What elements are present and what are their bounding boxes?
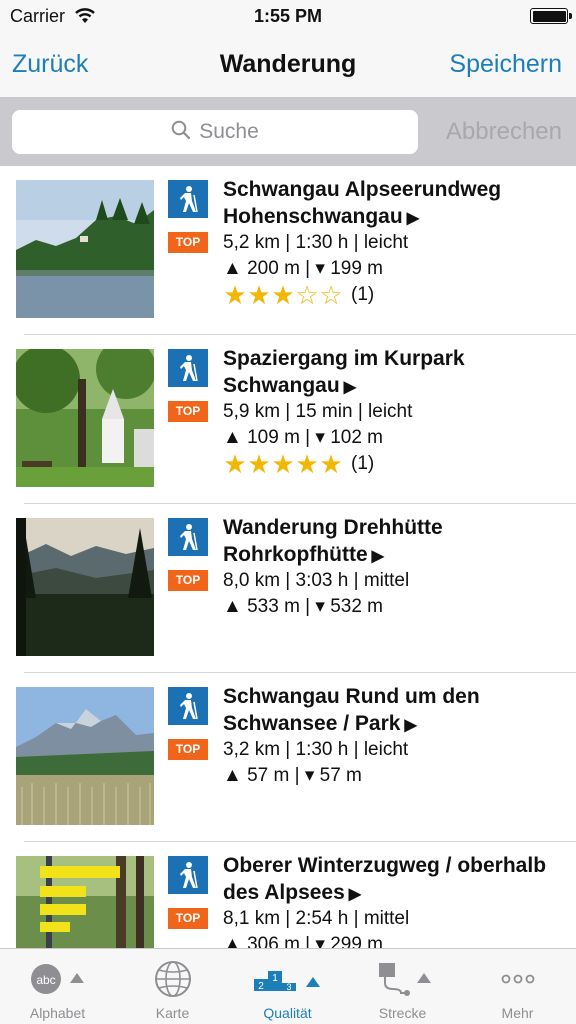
tab-label: Karte [155, 1005, 190, 1021]
tab-bar: abc Alphabet Karte 2 1 3 Qualität Streck… [0, 948, 576, 1024]
star-filled-icon: ★ [223, 280, 247, 310]
star-rating: ★ ★ ★ ☆ ☆ (1) [223, 282, 374, 308]
route-row[interactable]: TOP Schwangau Rund um den Schwansee / Pa… [0, 673, 576, 842]
podium-icon: 2 1 3 [250, 955, 326, 1003]
star-filled-icon: ★ [247, 449, 271, 479]
svg-text:3: 3 [286, 982, 291, 992]
star-empty-icon: ☆ [295, 280, 319, 310]
disclosure-arrow-icon: ▶ [343, 379, 357, 396]
tab-strecke[interactable]: Strecke [345, 949, 460, 1024]
disclosure-arrow-icon: ▶ [348, 886, 362, 903]
route-distance-time-difficulty: 3,2 km | 1:30 h | leicht [223, 739, 409, 760]
svg-text:abc: abc [36, 973, 55, 987]
tab-label: Strecke [378, 1005, 427, 1021]
tab-label: Mehr [501, 1005, 534, 1021]
route-title: Wanderung Drehhütte Rohrkopfhütte ▶ [223, 516, 443, 566]
route-stats: 5,2 km | 1:30 h | leicht ▲ 200 m | ▾ 199… [223, 230, 408, 282]
route-distance-time-difficulty: 8,1 km | 2:54 h | mittel [223, 908, 410, 929]
disclosure-arrow-icon: ▶ [406, 210, 420, 227]
hiking-icon [168, 687, 208, 725]
save-button[interactable]: Speichern [449, 50, 562, 79]
top-badge: TOP [168, 232, 208, 253]
hiking-icon [168, 349, 208, 387]
route-thumbnail [16, 180, 154, 318]
route-title: Spaziergang im Kurpark Schwangau ▶ [223, 347, 465, 397]
star-filled-icon: ★ [295, 449, 319, 479]
route-stats: 8,0 km | 3:03 h | mittel ▲ 533 m | ▾ 532… [223, 568, 409, 620]
star-filled-icon: ★ [247, 280, 271, 310]
rating-count: (1) [351, 453, 375, 474]
clock: 1:55 PM [253, 6, 323, 26]
top-badge: TOP [168, 739, 208, 760]
route-stats: 3,2 km | 1:30 h | leicht ▲ 57 m | ▾ 57 m [223, 737, 408, 789]
route-elevation: ▲ 57 m | ▾ 57 m [223, 765, 362, 786]
route-title: Oberer Winterzugweg / oberhalb des Alpse… [223, 854, 547, 904]
tab-label: Alphabet [29, 1005, 86, 1021]
disclosure-arrow-icon: ▶ [404, 717, 417, 734]
route-row[interactable]: TOP Spaziergang im Kurpark Schwangau ▶ 5,… [0, 335, 576, 504]
tab-qualitaet[interactable]: 2 1 3 Qualität [230, 949, 345, 1024]
star-rating: ★ ★ ★ ★ ★ (1) [223, 451, 374, 477]
route-row[interactable]: TOP Schwangau Alpseerundweg Hohenschwang… [0, 166, 576, 335]
hiking-icon [168, 518, 208, 556]
more-icon [498, 955, 538, 1003]
route-elevation: ▲ 306 m | ▾ 299 m [223, 934, 384, 948]
search-icon [171, 120, 191, 145]
star-filled-icon: ★ [223, 449, 247, 479]
route-title: Schwangau Rund um den Schwansee / Park ▶ [223, 685, 480, 735]
top-badge: TOP [168, 401, 208, 422]
star-filled-icon: ★ [271, 280, 295, 310]
svg-text:1: 1 [272, 973, 278, 984]
star-filled-icon: ★ [271, 449, 295, 479]
route-thumbnail [16, 687, 154, 825]
route-elevation: ▲ 109 m | ▾ 102 m [223, 427, 384, 448]
search-placeholder: Suche [199, 120, 259, 143]
top-badge: TOP [168, 570, 208, 591]
navigation-bar: Zurück Wanderung Speichern [0, 34, 576, 98]
search-bar: Suche Abbrechen [0, 98, 576, 166]
route-row[interactable]: TOP Wanderung Drehhütte Rohrkopfhütte ▶ 8… [0, 504, 576, 673]
hiking-icon [168, 856, 208, 894]
route-stats: 5,9 km | 15 min | leicht ▲ 109 m | ▾ 102… [223, 399, 412, 451]
search-input[interactable]: Suche [12, 110, 418, 154]
tab-karte[interactable]: Karte [115, 949, 230, 1024]
star-empty-icon: ☆ [319, 280, 343, 310]
status-bar: Carrier 1:55 PM [0, 0, 576, 34]
route-thumbnail [16, 856, 154, 948]
abc-sort-icon: abc [26, 955, 90, 1003]
route-icon [371, 955, 435, 1003]
route-elevation: ▲ 533 m | ▾ 532 m [223, 596, 384, 617]
tab-label: Qualität [263, 1005, 312, 1021]
tab-alphabet[interactable]: abc Alphabet [0, 949, 115, 1024]
star-filled-icon: ★ [319, 449, 343, 479]
globe-icon [153, 955, 193, 1003]
battery-icon [530, 8, 572, 24]
route-distance-time-difficulty: 8,0 km | 3:03 h | mittel [223, 570, 410, 591]
route-thumbnail [16, 518, 154, 656]
route-distance-time-difficulty: 5,9 km | 15 min | leicht [223, 401, 413, 422]
top-badge: TOP [168, 908, 208, 929]
hiking-icon [168, 180, 208, 218]
route-row[interactable]: TOP Oberer Winterzugweg / oberhalb des A… [0, 842, 576, 948]
disclosure-arrow-icon: ▶ [371, 548, 384, 565]
route-distance-time-difficulty: 5,2 km | 1:30 h | leicht [223, 232, 409, 253]
route-list: TOP Schwangau Alpseerundweg Hohenschwang… [0, 166, 576, 948]
tab-mehr[interactable]: Mehr [460, 949, 575, 1024]
route-elevation: ▲ 200 m | ▾ 199 m [223, 258, 384, 279]
svg-text:2: 2 [258, 981, 264, 992]
rating-count: (1) [351, 284, 375, 305]
cancel-button[interactable]: Abbrechen [446, 118, 562, 146]
route-title: Schwangau Alpseerundweg Hohenschwangau ▶ [223, 178, 502, 228]
route-stats: 8,1 km | 2:54 h | mittel ▲ 306 m | ▾ 299… [223, 906, 409, 948]
route-thumbnail [16, 349, 154, 487]
